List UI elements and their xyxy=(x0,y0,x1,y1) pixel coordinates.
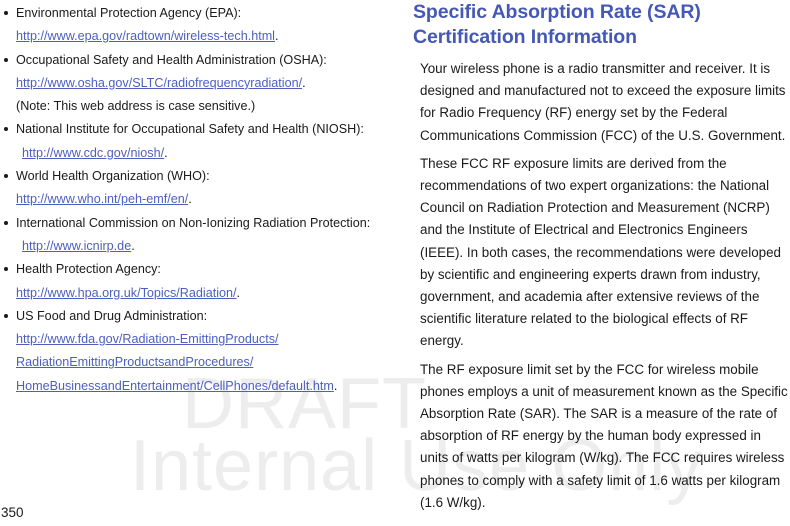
reference-organization-name: National Institute for Occupational Safe… xyxy=(16,122,364,137)
reference-note-text: (Note: This web address is case sensitiv… xyxy=(16,99,256,114)
page-title: Specific Absorption Rate (SAR) Certifica… xyxy=(413,1,701,48)
reference-url-link[interactable]: http://www.hpa.org.uk/Topics/Radiation/ xyxy=(16,286,237,300)
reference-url-row: http://www.who.int/peh-emf/en/. xyxy=(16,188,392,211)
bullet-icon xyxy=(4,57,8,62)
sentence-period: . xyxy=(274,29,279,44)
body-paragraph: The RF exposure limit set by the FCC for… xyxy=(420,361,788,510)
section-body: Your wireless phone is a radio transmitt… xyxy=(412,58,790,514)
body-paragraph: Your wireless phone is a radio transmitt… xyxy=(420,61,786,143)
reference-note-row: (Note: This web address is case sensitiv… xyxy=(16,95,392,118)
reference-url-row: http://www.hpa.org.uk/Topics/Radiation/. xyxy=(16,282,392,305)
reference-url-row: http://www.osha.gov/SLTC/radiofrequencyr… xyxy=(16,72,392,95)
reference-url-row: http://www.icnirp.de. xyxy=(16,235,392,258)
reference-list-item: US Food and Drug Administration: http://w… xyxy=(0,305,392,398)
reference-url-row: http://www.fda.gov/Radiation-EmittingPro… xyxy=(16,328,392,351)
bullet-icon xyxy=(4,11,8,15)
bullet-icon xyxy=(4,174,8,179)
reference-url-row: http://www.cdc.gov/niosh/. xyxy=(16,142,392,165)
sentence-period: . xyxy=(188,192,192,207)
reference-organization-name: US Food and Drug Administration: xyxy=(16,308,208,323)
bullet-icon xyxy=(4,267,8,272)
sentence-period: . xyxy=(302,75,306,90)
left-column: Environmental Protection Agency (EPA): ht… xyxy=(0,2,392,398)
sentence-period: . xyxy=(236,285,241,300)
reference-url-row: HomeBusinessandEntertainment/CellPhones/… xyxy=(16,375,392,398)
reference-organization-name: World Health Organization (WHO): xyxy=(16,169,210,184)
reference-url-link[interactable]: http://www.icnirp.de xyxy=(22,239,131,253)
reference-list-item: World Health Organization (WHO): http://w… xyxy=(0,165,392,212)
reference-url-row: http://www.epa.gov/radtown/wireless-tech… xyxy=(16,25,392,48)
reference-url-link[interactable]: http://www.osha.gov/SLTC/radiofrequencyr… xyxy=(16,76,302,90)
sentence-period: . xyxy=(333,378,338,393)
reference-list-item: National Institute for Occupational Safe… xyxy=(0,118,392,165)
reference-list-item: Environmental Protection Agency (EPA): ht… xyxy=(0,2,392,49)
reference-url-link[interactable]: HomeBusinessandEntertainment/CellPhones/… xyxy=(16,379,334,393)
reference-url-link[interactable]: http://www.who.int/peh-emf/en/ xyxy=(16,192,188,206)
reference-url-link[interactable]: http://www.fda.gov/Radiation-EmittingPro… xyxy=(16,332,279,346)
reference-organization-name: Health Protection Agency: xyxy=(16,262,161,277)
reference-url-link[interactable]: RadiationEmittingProductsandProcedures/ xyxy=(16,355,253,369)
reference-url-link[interactable]: http://www.cdc.gov/niosh/ xyxy=(22,146,164,160)
sentence-period: . xyxy=(131,238,135,253)
body-paragraph: These FCC RF exposure limits are derived… xyxy=(420,155,781,349)
bullet-icon xyxy=(4,220,8,225)
reference-organization-name: International Commission on Non-Ionizing… xyxy=(16,215,371,230)
sentence-period: . xyxy=(164,145,168,160)
reference-url-row: RadiationEmittingProductsandProcedures/ xyxy=(16,351,392,374)
reference-list-item: Health Protection Agency: http://www.hpa.… xyxy=(0,258,392,305)
reference-list-item: International Commission on Non-Ionizing… xyxy=(0,212,392,259)
document-page: Environmental Protection Agency (EPA): ht… xyxy=(0,0,790,526)
right-column: Specific Absorption Rate (SAR) Certifica… xyxy=(412,0,790,514)
reference-list-item: Occupational Safety and Health Administr… xyxy=(0,49,392,119)
reference-organization-name: Occupational Safety and Health Administr… xyxy=(16,52,327,67)
bullet-icon xyxy=(4,313,8,318)
reference-organization-list: Environmental Protection Agency (EPA): ht… xyxy=(0,2,392,398)
reference-url-link[interactable]: http://www.epa.gov/radtown/wireless-tech… xyxy=(16,29,275,43)
reference-organization-name: Environmental Protection Agency (EPA): xyxy=(16,6,242,20)
page-number: 350 xyxy=(1,505,24,520)
bullet-icon xyxy=(4,127,8,132)
